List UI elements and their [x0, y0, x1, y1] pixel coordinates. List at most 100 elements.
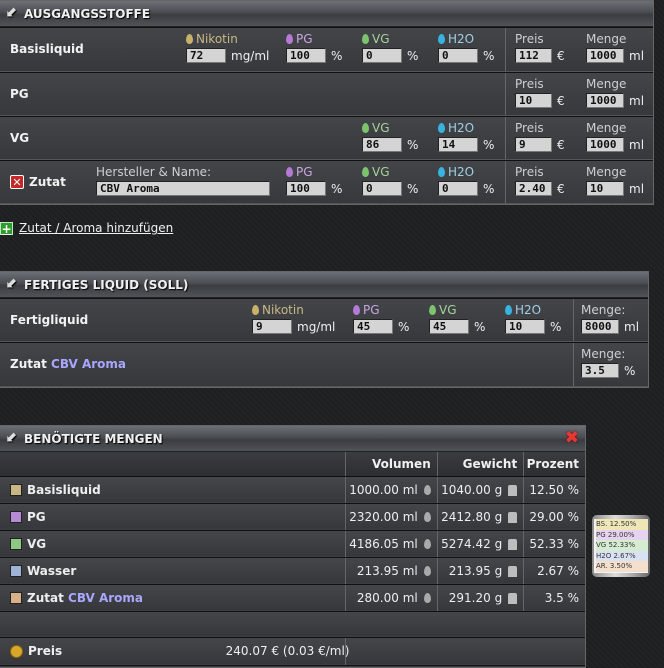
vg-vg-input[interactable]: 86	[362, 137, 402, 152]
unit: ml	[629, 93, 645, 108]
add-ingredient-label: Zutat / Aroma hinzufügen	[19, 221, 174, 235]
drop-icon	[423, 512, 431, 522]
bottle-label: BS. 12.50% PG 29.00% VG 52.33% H2O 2.67%…	[594, 519, 648, 573]
close-icon[interactable]: ✖	[565, 430, 579, 447]
basis-h2o-field: H2O 0%	[438, 32, 494, 63]
vg-menge-field: Menge 1000 ml	[586, 121, 644, 152]
fertig-menge-input[interactable]: 8000	[581, 319, 619, 334]
collapse-arrow-icon[interactable]	[6, 429, 20, 446]
row-gewicht: 291.20 g	[436, 583, 524, 612]
zutat-vg-input[interactable]: 0	[362, 181, 402, 196]
basisliquid-label: Basisliquid	[10, 42, 84, 56]
pg-preis-input[interactable]: 10	[515, 93, 552, 108]
zutat-menge-input[interactable]: 10	[586, 181, 624, 196]
gewicht-value: 1040.00 g	[441, 482, 503, 497]
basis-pg-input[interactable]: 100	[286, 48, 326, 63]
row-prozent: 52.33 %	[523, 529, 585, 558]
collapse-arrow-icon[interactable]	[6, 4, 20, 21]
unit: %	[407, 137, 419, 152]
basis-pg-field: PG 100%	[286, 32, 342, 63]
vg-label: VG	[372, 165, 390, 179]
unit: %	[398, 319, 410, 334]
row-name-label: Zutat	[27, 590, 64, 605]
fertig-zutat-menge-input[interactable]: 3.5	[581, 363, 619, 378]
weight-icon	[508, 592, 518, 604]
collapse-arrow-icon[interactable]	[6, 275, 20, 292]
h2o-drop-icon	[505, 305, 512, 315]
zutat-hersteller-input[interactable]: CBV Aroma	[96, 181, 270, 196]
menge-label: Menge:	[581, 347, 626, 361]
basisliquid-row: Basisliquid Nikotin 72 mg/ml PG 100% VG 0…	[0, 27, 653, 72]
volumen-value: 4186.05 ml	[349, 536, 418, 551]
basis-h2o-input[interactable]: 0	[438, 48, 478, 63]
column-header-volumen: Volumen	[344, 452, 438, 477]
pg-preis-field: Preis 10 €	[515, 77, 565, 108]
zutat-menge-field: Menge 10 ml	[586, 165, 644, 196]
fertig-menge-field: Menge: 8000 ml	[581, 303, 639, 334]
row-volumen: 213.95 ml	[344, 556, 438, 585]
basis-preis-input[interactable]: 112	[515, 48, 552, 63]
zutat-preis-input[interactable]: 2.40	[515, 181, 552, 196]
menge-label: Menge	[586, 121, 627, 135]
menge-label: Menge:	[581, 303, 626, 317]
mengen-header: BENÖTIGTE MENGEN ✖	[0, 426, 585, 452]
fertiges-liquid-panel: FERTIGES LIQUID (SOLL) Fertigliquid Niko…	[0, 271, 649, 388]
vg-row: VG VG 86% H2O 14% Preis 9 € Menge 1000 ml	[0, 116, 653, 160]
vg-drop-icon	[362, 34, 369, 44]
zutat-pg-input[interactable]: 100	[286, 181, 326, 196]
unit: ml	[629, 48, 645, 63]
fertiges-title: FERTIGES LIQUID (SOLL)	[24, 277, 189, 292]
h2o-label: H2O	[515, 303, 542, 317]
zutat-prefix: Zutat	[10, 357, 47, 371]
column-header-gewicht: Gewicht	[436, 452, 524, 477]
gewicht-value: 213.95 g	[448, 563, 503, 578]
ausgangsstoffe-header: AUSGANGSSTOFFE	[0, 1, 653, 27]
basis-vg-input[interactable]: 0	[362, 48, 402, 63]
bottle-line-h2o: H2O 2.67%	[596, 550, 648, 561]
add-ingredient-link[interactable]: + Zutat / Aroma hinzufügen	[0, 221, 173, 235]
preis-label: Preis	[515, 77, 544, 91]
mengen-panel: BENÖTIGTE MENGEN ✖ Volumen Gewicht Proze…	[0, 425, 586, 668]
basis-menge-field: Menge 1000 ml	[586, 32, 644, 63]
unit: €	[557, 181, 565, 196]
fertig-nikotin-input[interactable]: 9	[252, 319, 292, 334]
basis-menge-input[interactable]: 1000	[586, 48, 624, 63]
menge-label: Menge	[586, 165, 627, 179]
fertig-h2o-input[interactable]: 10	[505, 319, 545, 334]
column-header-name	[0, 452, 346, 477]
divider	[505, 161, 506, 203]
gewicht-value: 291.20 g	[448, 590, 503, 605]
h2o-label: H2O	[448, 121, 475, 135]
fertig-zutat-label: Zutat CBV Aroma	[10, 357, 126, 371]
fertig-vg-input[interactable]: 45	[429, 319, 469, 334]
mengen-table: Volumen Gewicht Prozent Basisliquid 1000.…	[0, 452, 585, 666]
h2o-drop-icon	[438, 167, 445, 177]
pg-row: PG Preis 10 € Menge 1000 ml	[0, 72, 653, 116]
unit: %	[474, 319, 486, 334]
bottle-line-vg: VG 52.33%	[596, 540, 648, 551]
basis-nikotin-input[interactable]: 72	[186, 48, 226, 63]
color-swatch	[10, 484, 22, 496]
basis-preis-field: Preis 112 €	[515, 32, 565, 63]
pg-menge-input[interactable]: 1000	[586, 93, 624, 108]
table-row: Zutat CBV Aroma 280.00 ml 291.20 g 3.5 %	[0, 583, 585, 612]
remove-ingredient-icon[interactable]: ✕	[10, 175, 24, 189]
vg-drop-icon	[362, 123, 369, 133]
zutat-h2o-input[interactable]: 0	[438, 181, 478, 196]
preis-label: Preis	[515, 32, 544, 46]
drop-icon	[423, 539, 431, 549]
aroma-name: CBV Aroma	[51, 357, 126, 371]
divider	[573, 299, 574, 341]
vg-preis-input[interactable]: 9	[515, 137, 552, 152]
vg-h2o-field: H2O 14%	[438, 121, 494, 152]
vg-menge-input[interactable]: 1000	[586, 137, 624, 152]
unit: %	[407, 181, 419, 196]
fertig-pg-input[interactable]: 45	[353, 319, 393, 334]
vg-preis-field: Preis 9 €	[515, 121, 565, 152]
color-swatch	[10, 538, 22, 550]
pg-drop-icon	[353, 305, 360, 315]
unit: €	[557, 93, 565, 108]
vg-h2o-input[interactable]: 14	[438, 137, 478, 152]
vg-drop-icon	[362, 167, 369, 177]
ausgangsstoffe-title: AUSGANGSSTOFFE	[24, 6, 151, 21]
